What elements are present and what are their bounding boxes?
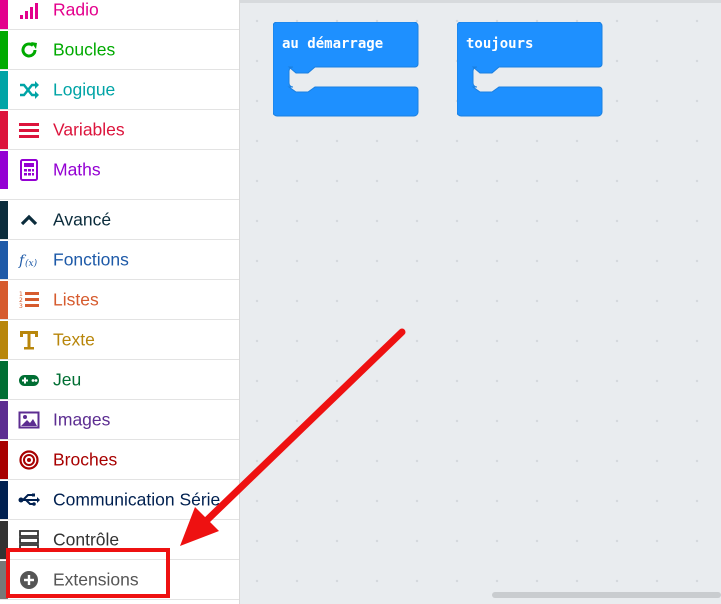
category-label: Listes bbox=[53, 289, 99, 310]
category-label: Fonctions bbox=[53, 249, 129, 270]
category-extensions[interactable]: Extensions bbox=[0, 561, 239, 600]
numbered-list-icon: 123 bbox=[18, 289, 40, 311]
svg-text:(x): (x) bbox=[25, 258, 38, 269]
category-pins[interactable]: Broches bbox=[0, 441, 239, 480]
chevron-up-icon bbox=[18, 209, 40, 231]
text-t-icon bbox=[18, 329, 40, 351]
category-label: Variables bbox=[53, 119, 125, 140]
category-label: Texte bbox=[53, 329, 95, 350]
target-icon bbox=[18, 449, 40, 471]
block-label: au démarrage bbox=[282, 36, 384, 52]
category-game[interactable]: Jeu bbox=[0, 361, 239, 400]
category-images[interactable]: Images bbox=[0, 401, 239, 440]
category-logic[interactable]: Logique bbox=[0, 71, 239, 110]
category-label: Images bbox=[53, 409, 111, 430]
category-text[interactable]: Texte bbox=[0, 321, 239, 360]
category-label: Jeu bbox=[53, 369, 82, 390]
toolbox: Radio Boucles Logique Variables Maths Av… bbox=[0, 0, 240, 604]
category-label: Broches bbox=[53, 449, 118, 470]
category-label: Boucles bbox=[53, 39, 116, 60]
function-icon: f (x) bbox=[18, 249, 40, 271]
category-label: Logique bbox=[53, 79, 116, 100]
server-icon bbox=[18, 529, 40, 551]
category-label: Maths bbox=[53, 159, 101, 180]
category-advanced[interactable]: Avancé bbox=[0, 201, 239, 240]
usb-icon bbox=[18, 489, 40, 511]
forever-block[interactable]: toujours bbox=[457, 22, 603, 117]
category-lists[interactable]: 123 Listes bbox=[0, 281, 239, 320]
category-label: Radio bbox=[53, 0, 99, 20]
category-variables[interactable]: Variables bbox=[0, 111, 239, 150]
category-control[interactable]: Contrôle bbox=[0, 521, 239, 560]
block-label: toujours bbox=[466, 36, 534, 52]
loop-arrow-icon bbox=[18, 39, 40, 61]
image-icon bbox=[18, 409, 40, 431]
toolbox-separator bbox=[0, 189, 239, 200]
category-serial[interactable]: Communication Série bbox=[0, 481, 239, 520]
category-radio[interactable]: Radio bbox=[0, 0, 239, 30]
category-loops[interactable]: Boucles bbox=[0, 31, 239, 70]
category-label: Contrôle bbox=[53, 529, 120, 550]
gamepad-icon bbox=[18, 369, 40, 391]
plus-circle-icon bbox=[18, 569, 40, 591]
category-math[interactable]: Maths bbox=[0, 151, 239, 190]
category-label: Avancé bbox=[53, 209, 112, 230]
signal-bars-icon bbox=[18, 0, 40, 21]
shuffle-icon bbox=[18, 79, 40, 101]
horizontal-scrollbar[interactable] bbox=[492, 592, 721, 598]
on-start-block[interactable]: au démarrage bbox=[273, 22, 419, 117]
category-label: Communication Série bbox=[53, 489, 221, 510]
calculator-icon bbox=[18, 159, 40, 181]
svg-text:3: 3 bbox=[19, 303, 23, 310]
list-lines-icon bbox=[18, 119, 40, 141]
workspace-top-border bbox=[240, 0, 721, 3]
category-label: Extensions bbox=[53, 569, 139, 590]
category-functions[interactable]: f (x) Fonctions bbox=[0, 241, 239, 280]
